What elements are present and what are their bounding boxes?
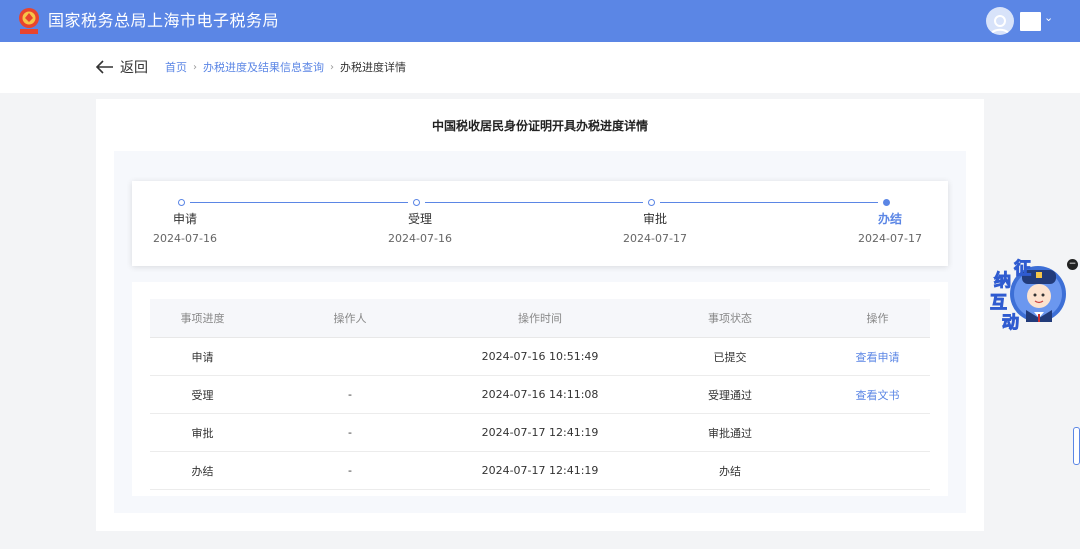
cell-time: 2024-07-16 10:51:49 [445, 337, 635, 376]
page-title: 中国税收居民身份证明开具办税进度详情 [431, 119, 648, 133]
cell-time: 2024-07-17 12:41:19 [445, 413, 635, 452]
step-label-complete: 办结 [877, 212, 902, 226]
chevron-down-icon[interactable]: ⌄ [1044, 11, 1053, 24]
cell-operator [255, 337, 445, 376]
user-avatar[interactable] [986, 7, 1014, 35]
back-button[interactable]: 返回 [96, 54, 148, 80]
step-connector [190, 202, 408, 203]
progress-table: 事项进度 操作人 操作时间 事项状态 操作 申请 2024-07-16 10:5… [150, 299, 930, 490]
step-label-approve: 审批 [642, 212, 667, 226]
breadcrumb-separator: › [330, 61, 334, 73]
cell-stage: 受理 [150, 375, 255, 414]
table-row: 受理 - 2024-07-16 14:11:08 受理通过 查看文书 [150, 375, 930, 414]
arrow-left-icon [96, 60, 113, 74]
top-header: 国家税务总局上海市电子税务局 ⌄ [0, 0, 1080, 42]
cell-action [825, 451, 930, 490]
site-title: 国家税务总局上海市电子税务局 [48, 11, 280, 30]
progress-stepper: 申请 受理 审批 办结 2024-07-16 2024-07-16 2024-0… [132, 181, 948, 266]
cell-operator: - [255, 413, 445, 452]
cell-status: 办结 [635, 451, 825, 490]
cell-action [825, 413, 930, 452]
progress-table-container: 事项进度 操作人 操作时间 事项状态 操作 申请 2024-07-16 10:5… [132, 282, 948, 496]
cell-action: 查看申请 [825, 337, 930, 376]
cell-stage: 申请 [150, 337, 255, 376]
progress-detail-card: 中国税收居民身份证明开具办税进度详情 申请 受理 审批 办结 2024-07-1… [96, 99, 984, 531]
table-row: 审批 - 2024-07-17 12:41:19 审批通过 [150, 413, 930, 452]
step-label-accept: 受理 [407, 212, 432, 226]
view-application-link[interactable]: 查看申请 [856, 351, 900, 364]
back-label: 返回 [120, 60, 148, 76]
user-name-box[interactable] [1020, 12, 1041, 31]
step-date-approve: 2024-07-17 [623, 232, 687, 245]
step-dot-apply [178, 199, 185, 206]
breadcrumb-home[interactable]: 首页 [165, 59, 187, 75]
column-header-status: 事项状态 [635, 299, 825, 338]
interaction-widget[interactable]: 征 纳 互 动 [988, 252, 1076, 334]
step-label-apply: 申请 [172, 212, 197, 226]
widget-char-zheng: 征 [1014, 259, 1032, 280]
column-header-stage: 事项进度 [150, 299, 255, 338]
user-icon [990, 15, 1010, 35]
view-document-link[interactable]: 查看文书 [856, 389, 900, 402]
breadcrumb-current: 办税进度详情 [340, 61, 406, 74]
breadcrumb-separator: › [193, 61, 197, 73]
detail-panel: 申请 受理 审批 办结 2024-07-16 2024-07-16 2024-0… [114, 151, 966, 513]
step-connector [660, 202, 878, 203]
sub-navigation: 返回 首页 › 办税进度及结果信息查询 › 办税进度详情 [0, 42, 1080, 93]
widget-close-button[interactable]: − [1067, 259, 1078, 270]
column-header-action: 操作 [825, 299, 930, 338]
cell-status: 受理通过 [635, 375, 825, 414]
table-row: 办结 - 2024-07-17 12:41:19 办结 [150, 451, 930, 490]
step-connector [425, 202, 643, 203]
cell-time: 2024-07-16 14:11:08 [445, 375, 635, 414]
cell-stage: 审批 [150, 413, 255, 452]
step-dot-complete [883, 199, 890, 206]
cell-status: 审批通过 [635, 413, 825, 452]
step-dot-accept [413, 199, 420, 206]
cell-stage: 办结 [150, 451, 255, 490]
column-header-time: 操作时间 [445, 299, 635, 338]
breadcrumb-progress-query[interactable]: 办税进度及结果信息查询 [203, 59, 324, 75]
cell-action: 查看文书 [825, 375, 930, 414]
table-header-row: 事项进度 操作人 操作时间 事项状态 操作 [150, 299, 930, 338]
column-header-operator: 操作人 [255, 299, 445, 338]
cell-operator: - [255, 375, 445, 414]
widget-char-dong: 动 [1002, 313, 1020, 334]
breadcrumb: 首页 › 办税进度及结果信息查询 › 办税进度详情 [165, 58, 406, 76]
step-date-accept: 2024-07-16 [388, 232, 452, 245]
cell-status: 已提交 [635, 337, 825, 376]
scrollbar-thumb[interactable] [1073, 427, 1080, 465]
cell-time: 2024-07-17 12:41:19 [445, 451, 635, 490]
step-dot-approve [648, 199, 655, 206]
tax-emblem-icon [19, 8, 39, 34]
table-row: 申请 2024-07-16 10:51:49 已提交 查看申请 [150, 337, 930, 376]
step-date-apply: 2024-07-16 [153, 232, 217, 245]
step-date-complete: 2024-07-17 [858, 232, 922, 245]
cell-operator: - [255, 451, 445, 490]
